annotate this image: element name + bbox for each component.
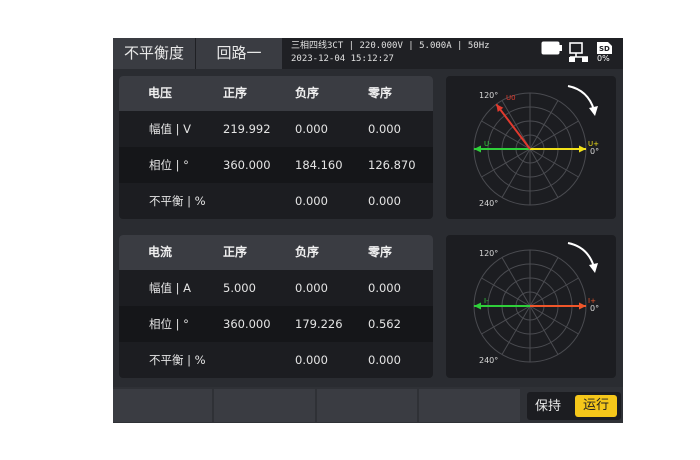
rotation-arrow-icon (567, 242, 598, 273)
cell-value: 0.000 (295, 194, 328, 208)
function-button-3[interactable] (317, 389, 417, 422)
tab-loop[interactable]: 回路一 (196, 38, 282, 69)
cell-value: 0.000 (368, 353, 401, 367)
hold-button[interactable]: 保持 (535, 398, 561, 415)
measurement-info: 三相四线3CT | 220.000V | 5.000A | 50Hz 2023-… (291, 40, 490, 66)
current-sequence-table: 电流 正序 负序 零序 幅值 | A 5.000 0.000 0.000 相位 … (119, 235, 433, 378)
table-header: 电流 正序 负序 零序 (119, 235, 433, 270)
instrument-screen: 不平衡度 回路一 三相四线3CT | 220.000V | 5.000A | 5… (113, 38, 623, 423)
function-button-1[interactable] (113, 389, 212, 422)
table-row: 相位 | ° 360.000 184.160 126.870 (119, 147, 433, 183)
deg0-label: 0° (590, 147, 599, 156)
sd-card-icon: SD (597, 42, 612, 54)
col-header: 正序 (223, 245, 248, 259)
deg0-label: 0° (590, 304, 599, 313)
deg240-label: 240° (479, 356, 498, 365)
col-header: 电流 (148, 245, 173, 259)
svg-text:SD: SD (599, 45, 610, 53)
tab-unbalance[interactable]: 不平衡度 (113, 38, 195, 69)
cell-value: 0.000 (295, 353, 328, 367)
cell-value: 179.226 (295, 317, 343, 331)
cell-value: 184.160 (295, 158, 343, 172)
wiring-info: 三相四线3CT | 220.000V | 5.000A | 50Hz (291, 41, 490, 51)
voltage-phasor-diagram: 120° 0° 240° U+ U- U0 (446, 76, 616, 219)
status-icons: SD 0% (541, 41, 617, 65)
row-label: 幅值 | A (149, 281, 192, 295)
current-phasor-svg: 120° 0° 240° I+ I- (473, 242, 599, 365)
u-neg-label: U- (484, 140, 492, 148)
cell-value: 5.000 (223, 281, 256, 295)
col-header: 电压 (148, 86, 173, 100)
network-icon (569, 42, 588, 62)
deg120-label: 120° (479, 91, 498, 100)
voltage-pos-arrowhead (579, 145, 586, 153)
col-header: 零序 (368, 245, 393, 259)
voltage-phasor-svg: 120° 0° 240° U+ U- U0 (473, 85, 599, 208)
i-pos-label: I+ (588, 297, 596, 305)
run-button[interactable]: 运行 (575, 395, 617, 417)
row-label: 相位 | ° (149, 317, 189, 331)
header-bar: 不平衡度 回路一 三相四线3CT | 220.000V | 5.000A | 5… (113, 38, 623, 69)
rotation-arrow-icon (567, 85, 598, 116)
table-row: 幅值 | A 5.000 0.000 0.000 (119, 270, 433, 306)
cell-value: 219.992 (223, 122, 271, 136)
deg240-label: 240° (479, 199, 498, 208)
i-neg-label: I- (484, 297, 489, 305)
u-zero-label: U0 (506, 94, 516, 102)
col-header: 零序 (368, 86, 393, 100)
cell-value: 0.000 (368, 194, 401, 208)
table-row: 不平衡 | % 0.000 0.000 (119, 183, 433, 219)
cell-value: 126.870 (368, 158, 416, 172)
datetime: 2023-12-04 15:12:27 (291, 54, 394, 64)
row-label: 相位 | ° (149, 158, 189, 172)
table-row: 幅值 | V 219.992 0.000 0.000 (119, 111, 433, 147)
cell-value: 0.562 (368, 317, 401, 331)
cell-value: 0.000 (368, 122, 401, 136)
col-header: 负序 (295, 245, 320, 259)
row-label: 不平衡 | % (149, 353, 206, 367)
battery-percent: 0% (597, 54, 610, 63)
row-label: 幅值 | V (149, 122, 192, 136)
u-pos-label: U+ (588, 140, 599, 148)
current-neg-arrowhead (474, 302, 481, 310)
voltage-sequence-table: 电压 正序 负序 零序 幅值 | V 219.992 0.000 0.000 相… (119, 76, 433, 219)
table-row: 相位 | ° 360.000 179.226 0.562 (119, 306, 433, 342)
deg120-label: 120° (479, 249, 498, 258)
current-phasor-diagram: 120° 0° 240° I+ I- (446, 235, 616, 378)
table-row: 不平衡 | % 0.000 0.000 (119, 342, 433, 378)
cell-value: 0.000 (295, 122, 328, 136)
col-header: 负序 (295, 86, 320, 100)
cell-value: 0.000 (295, 281, 328, 295)
table-header: 电压 正序 负序 零序 (119, 76, 433, 111)
cell-value: 360.000 (223, 317, 271, 331)
col-header: 正序 (223, 86, 248, 100)
row-label: 不平衡 | % (149, 194, 206, 208)
current-pos-arrowhead (579, 302, 586, 310)
cell-value: 360.000 (223, 158, 271, 172)
cell-value: 0.000 (368, 281, 401, 295)
function-button-2[interactable] (214, 389, 315, 422)
voltage-neg-arrowhead (474, 145, 481, 153)
battery-icon (541, 41, 562, 55)
function-button-4[interactable] (419, 389, 520, 422)
